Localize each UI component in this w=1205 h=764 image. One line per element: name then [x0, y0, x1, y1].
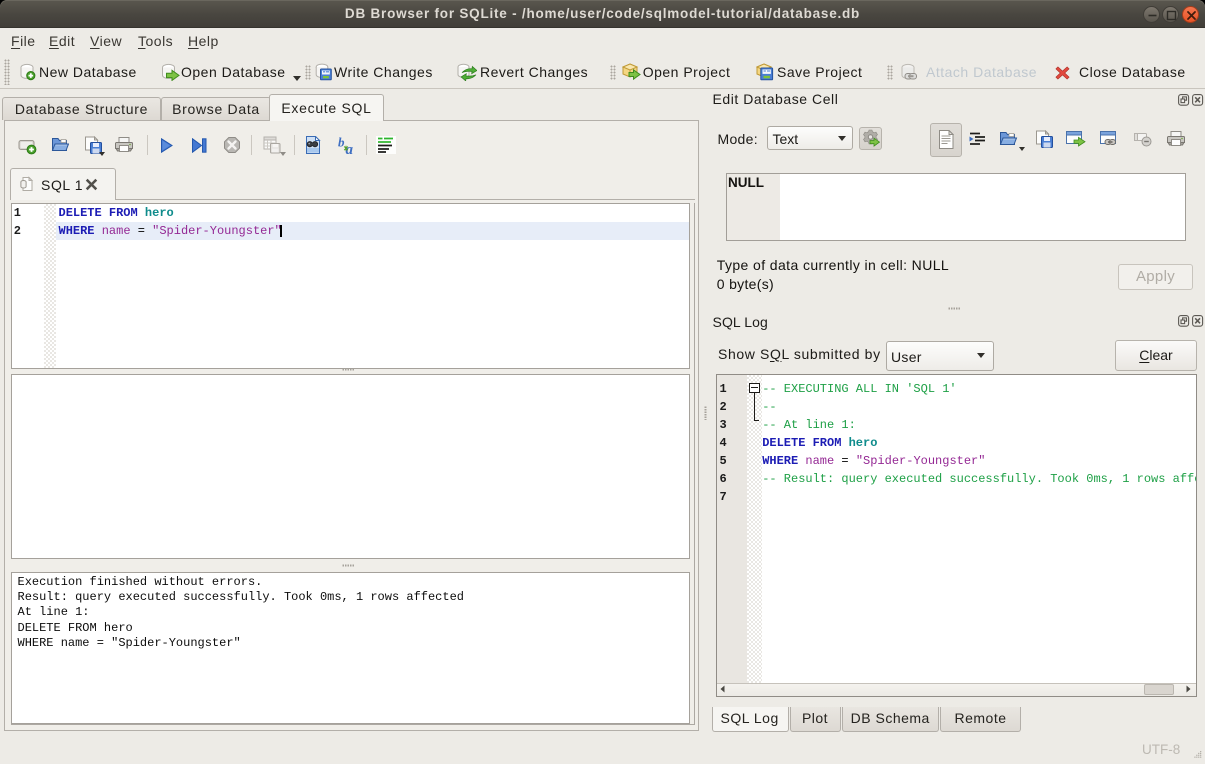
svg-text:b: b — [338, 136, 345, 150]
